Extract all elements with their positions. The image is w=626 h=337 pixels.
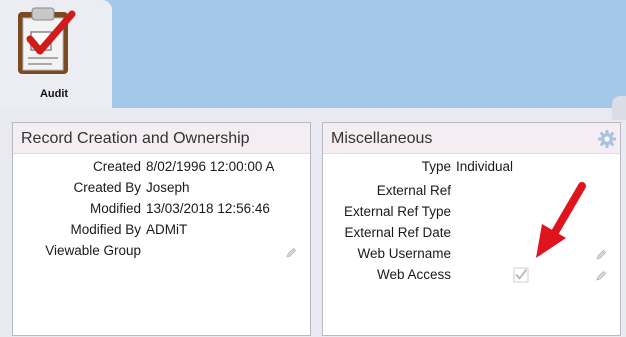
gear-icon[interactable] — [597, 129, 617, 149]
field-created-label: Created — [92, 159, 141, 174]
miscellaneous-panel-title: Miscellaneous — [323, 123, 620, 154]
record-creation-panel-title: Record Creation and Ownership — [13, 123, 310, 154]
field-type-value: Individual — [456, 159, 514, 174]
field-type: Type Individual — [323, 157, 622, 177]
field-viewable-group: Viewable Group — [13, 241, 312, 261]
field-web-access-label: Web Access — [376, 267, 451, 282]
field-viewable-group-label: Viewable Group — [45, 243, 141, 258]
field-created-value: 8/02/1996 12:00:00 A — [146, 159, 275, 174]
field-modified-value: 13/03/2018 12:56:46 — [146, 201, 270, 216]
edit-viewable-group-pencil-icon[interactable] — [285, 247, 297, 259]
field-modified-label: Modified — [89, 201, 141, 216]
field-modified-by-value: ADMiT — [146, 222, 188, 237]
field-created: Created 8/02/1996 12:00:00 A — [13, 157, 312, 177]
field-modified: Modified 13/03/2018 12:56:46 — [13, 199, 312, 219]
annotation-arrow-icon — [536, 182, 586, 258]
field-external-ref-date-label: External Ref Date — [344, 225, 451, 240]
field-created-by-label: Created By — [73, 180, 141, 195]
edit-web-access-pencil-icon[interactable] — [595, 270, 607, 282]
record-creation-panel: Record Creation and Ownership Created 8/… — [12, 122, 311, 336]
tab-audit-label: Audit — [39, 88, 69, 100]
field-external-ref-type-label: External Ref Type — [343, 204, 451, 219]
field-type-label: Type — [421, 159, 451, 174]
web-access-checkbox[interactable] — [513, 267, 529, 283]
field-web-access: Web Access — [323, 265, 622, 285]
tab-strip-edge — [612, 96, 626, 120]
field-modified-by: Modified By ADMiT — [13, 220, 312, 240]
field-created-by: Created By Joseph — [13, 178, 312, 198]
edit-web-username-pencil-icon[interactable] — [595, 249, 607, 261]
tab-audit[interactable]: Audit — [0, 0, 112, 108]
field-created-by-value: Joseph — [146, 180, 190, 195]
field-external-ref-label: External Ref — [376, 183, 451, 198]
field-web-username-label: Web Username — [357, 246, 451, 261]
clipboard-check-icon — [18, 7, 76, 74]
field-modified-by-label: Modified By — [70, 222, 141, 237]
